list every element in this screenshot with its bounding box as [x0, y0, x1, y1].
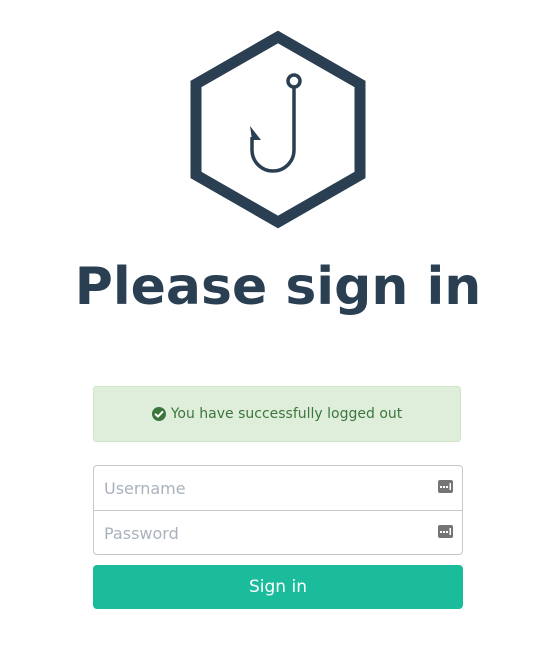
login-form: [93, 465, 463, 555]
alert-message: You have successfully logged out: [170, 406, 403, 422]
username-field-wrapper: [94, 466, 462, 510]
password-input[interactable]: [94, 523, 424, 543]
page-title: Please sign in: [74, 257, 482, 317]
check-circle-icon: [151, 407, 166, 421]
keyboard-icon[interactable]: [438, 480, 453, 493]
keyboard-icon[interactable]: [438, 525, 453, 538]
logout-success-alert: You have successfully logged out: [93, 386, 461, 442]
password-field-wrapper: [94, 510, 462, 554]
sign-in-button[interactable]: Sign in: [93, 565, 463, 609]
username-input[interactable]: [94, 478, 424, 498]
logo: [190, 30, 366, 229]
fishing-hook-hexagon-icon: [190, 30, 366, 229]
